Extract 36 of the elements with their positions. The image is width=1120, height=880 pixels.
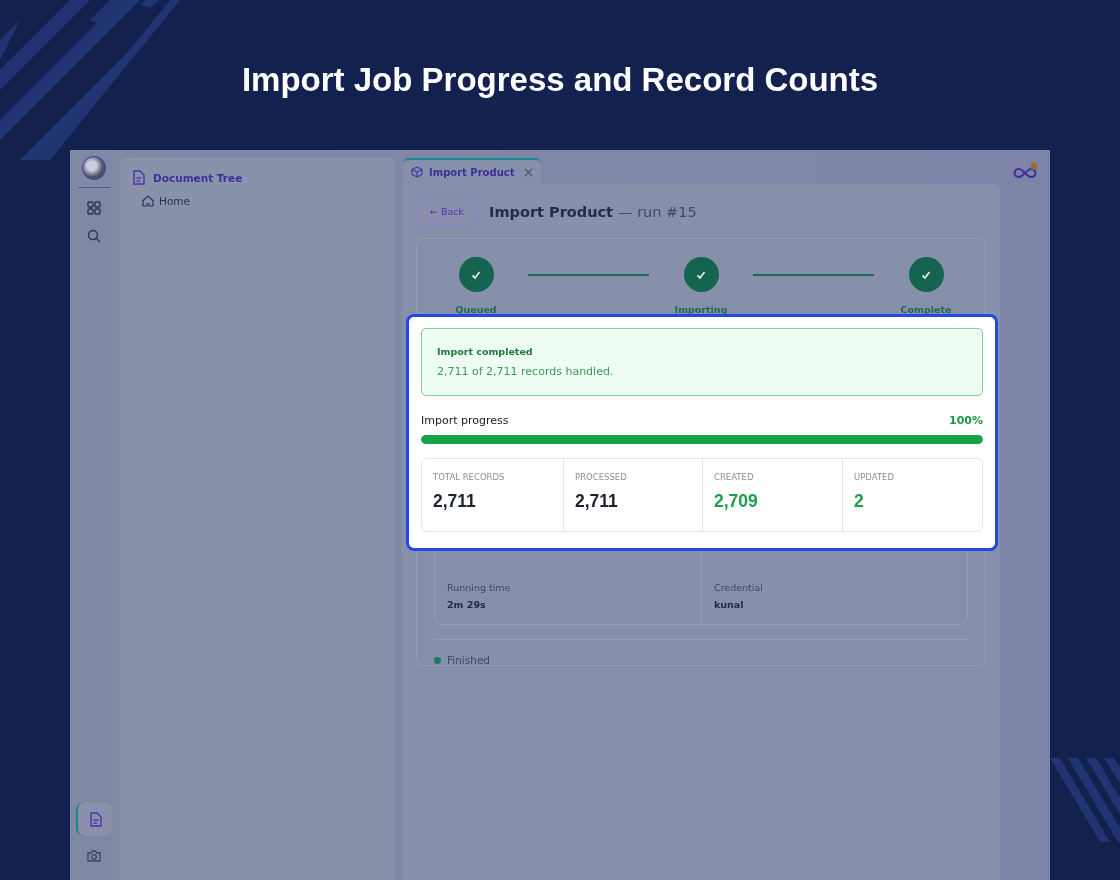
stat-value: 2,711 — [575, 491, 619, 512]
status-label: Finished — [447, 654, 490, 666]
stat-label: PROCESSED — [575, 472, 628, 482]
step-label: Complete — [900, 304, 952, 315]
detail-label: Running time — [447, 582, 512, 593]
step-label: Queued — [455, 304, 497, 315]
detail-value: 2m 29s — [447, 599, 487, 610]
alert-message: 2,711 of 2,711 records handled. — [437, 365, 615, 378]
search-icon — [87, 229, 101, 243]
document-icon — [88, 811, 102, 827]
home-icon — [142, 195, 154, 207]
grid-icon — [87, 201, 101, 215]
page-title: Import Product — run #15 — [489, 203, 697, 220]
avatar[interactable] — [82, 156, 106, 180]
stat-value: 2 — [854, 491, 865, 512]
close-icon[interactable] — [524, 167, 534, 177]
stat-value: 2,711 — [433, 491, 477, 512]
progress-value: 100% — [949, 414, 983, 427]
back-button[interactable]: ← Back — [416, 198, 479, 225]
stat-label: CREATED — [714, 472, 755, 482]
camera-icon — [87, 850, 101, 862]
stat-value: 2,709 — [714, 491, 759, 512]
progress-label: Import progress — [421, 414, 509, 427]
step-label: Importing — [674, 304, 728, 315]
stat-label: UPDATED — [854, 472, 895, 482]
detail-value: kunal — [714, 599, 745, 610]
tab[interactable]: Import Product — [403, 158, 542, 184]
document-icon — [132, 170, 145, 185]
cube-icon — [411, 166, 423, 178]
detail-label: Credential — [714, 582, 764, 593]
document-button[interactable] — [76, 802, 112, 836]
headline: Import Job Progress and Record Counts — [241, 60, 879, 100]
alert-title: Import completed — [437, 346, 534, 357]
sidebar-title: Document Tree — [153, 171, 243, 184]
stat-label: TOTAL RECORDS — [433, 472, 506, 482]
home-link[interactable]: Home — [142, 195, 190, 207]
